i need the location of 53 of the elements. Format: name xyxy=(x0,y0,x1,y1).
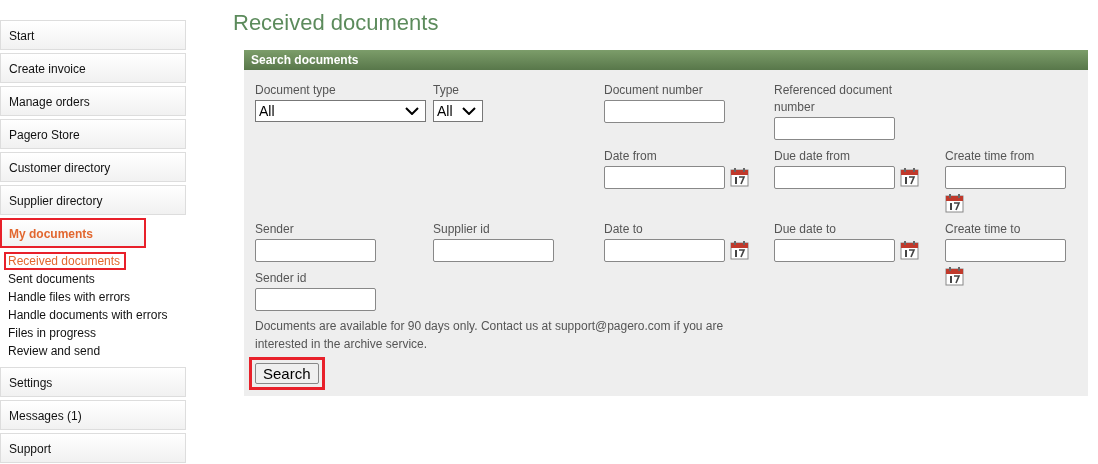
calendar-icon[interactable] xyxy=(945,267,964,286)
input-field[interactable] xyxy=(604,239,725,262)
sidebar-subitem[interactable]: Files in progress xyxy=(0,324,97,342)
calendar-icon[interactable] xyxy=(900,168,919,187)
info-text: Documents are available for 90 days only. Contact us at support@pagero.com if you are interested in the archive service. xyxy=(255,318,725,353)
sidebar-item[interactable]: Pagero Store xyxy=(0,119,186,149)
sidebar-item[interactable]: Start xyxy=(0,20,186,50)
input-field[interactable] xyxy=(433,239,554,262)
sidebar-item[interactable]: Supplier directory xyxy=(0,185,186,215)
sidebar-subitem[interactable]: Handle documents with errors xyxy=(0,306,168,324)
page-title: Received documents xyxy=(233,10,440,36)
field-label: Sender xyxy=(255,221,295,238)
input-field[interactable] xyxy=(774,117,895,140)
sidebar-item[interactable]: Messages (1) xyxy=(0,400,186,430)
sidebar-item[interactable]: Create invoice xyxy=(0,53,186,83)
sidebar-item[interactable]: Manage orders xyxy=(0,86,186,116)
field-label: Type xyxy=(433,82,460,99)
field-label: Create time to xyxy=(945,221,1022,238)
input-field[interactable] xyxy=(255,239,376,262)
input-field[interactable] xyxy=(604,100,725,123)
input-field[interactable] xyxy=(604,166,725,189)
calendar-icon[interactable] xyxy=(945,194,964,213)
sidebar-subitem[interactable]: Handle files with errors xyxy=(0,288,131,306)
dropdown[interactable]: All xyxy=(433,100,483,122)
sidebar-item[interactable]: Customer directory xyxy=(0,152,186,182)
field-label: Date from xyxy=(604,148,658,165)
input-field[interactable] xyxy=(945,239,1066,262)
field-label: Referenced document number xyxy=(774,82,894,116)
field-label: Due date from xyxy=(774,148,852,165)
sidebar-subitem[interactable]: Review and send xyxy=(0,342,101,360)
field-label: Supplier id xyxy=(433,221,491,238)
sidebar-subitem[interactable]: Received documents xyxy=(4,252,127,270)
field-label: Date to xyxy=(604,221,644,238)
input-field[interactable] xyxy=(255,288,376,311)
calendar-icon[interactable] xyxy=(730,241,749,260)
sidebar-item[interactable]: Support xyxy=(0,433,186,463)
sidebar-item[interactable]: Settings xyxy=(0,367,186,397)
chevron-down-icon xyxy=(462,107,476,115)
input-field[interactable] xyxy=(945,166,1066,189)
field-label: Create time from xyxy=(945,148,1036,165)
field-label: Document number xyxy=(604,82,704,99)
field-label: Document type xyxy=(255,82,337,99)
field-label: Sender id xyxy=(255,270,308,287)
calendar-icon[interactable] xyxy=(730,168,749,187)
input-field[interactable] xyxy=(774,166,895,189)
panel-header: Search documents xyxy=(244,50,1088,70)
field-label: Due date to xyxy=(774,221,838,238)
search-button[interactable]: Search xyxy=(255,363,319,384)
input-field[interactable] xyxy=(774,239,895,262)
dropdown[interactable]: All xyxy=(255,100,426,122)
sidebar-subitem[interactable]: Sent documents xyxy=(0,270,95,288)
calendar-icon[interactable] xyxy=(900,241,919,260)
chevron-down-icon xyxy=(405,107,419,115)
